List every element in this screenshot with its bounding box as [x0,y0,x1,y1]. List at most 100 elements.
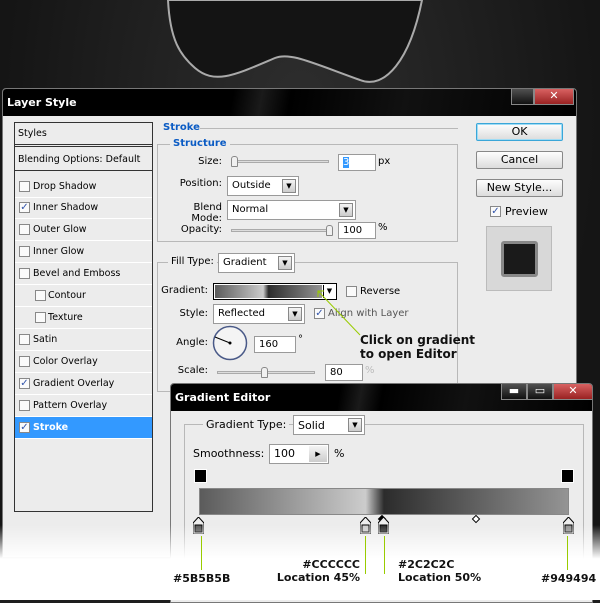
style-item-pattern-overlay[interactable]: Pattern Overlay [15,395,152,417]
style-item-inner-shadow[interactable]: ✓ Inner Shadow [15,197,152,219]
style-item-label: Drop Shadow [33,181,97,192]
minimize-button[interactable] [511,89,534,105]
style-checkbox[interactable]: ✓ [19,422,30,433]
angle-label: Angle: [176,337,208,348]
style-item-color-overlay[interactable]: Color Overlay [15,351,152,373]
layer-style-titlebar: Layer Style [3,89,576,116]
stop-annotation: #5B5B5B [173,572,231,585]
blend-mode-label: Blend Mode: [191,202,222,224]
smoothness-arrow-icon[interactable]: ▶ [309,446,327,462]
gradient-preview[interactable] [215,285,322,298]
maximize-button[interactable]: ▭ [527,384,553,400]
opacity-stop-left[interactable] [194,469,207,483]
style-item-drop-shadow[interactable]: Drop Shadow [15,176,152,198]
gradient-type-label: Gradient Type: [203,418,290,431]
angle-unit: ° [298,334,303,345]
scale-unit: % [365,365,375,376]
opacity-unit: % [378,222,388,233]
angle-input[interactable]: 160 [254,336,296,353]
annotation-line [365,536,366,574]
scale-input[interactable]: 80 [325,364,363,381]
divider [200,128,458,129]
position-label: Position: [179,178,222,189]
style-item-label: Contour [48,290,86,301]
style-item-label: Pattern Overlay [33,400,108,411]
style-item-bevel-and-emboss[interactable]: Bevel and Emboss [15,263,152,285]
chevron-down-icon: ▼ [278,256,292,270]
style-checkbox[interactable] [35,290,46,301]
style-item-label: Satin [33,334,58,345]
angle-dial[interactable] [212,325,248,361]
styles-header[interactable]: Styles [15,123,152,147]
scale-slider[interactable] [217,367,315,378]
smoothness-label: Smoothness: [193,447,265,460]
opacity-input[interactable]: 100 [338,222,376,239]
structure-title: Structure [170,138,230,149]
gradient-label: Gradient: [161,285,208,296]
style-item-label: Bevel and Emboss [33,268,121,279]
style-checkbox[interactable] [19,334,30,345]
style-preview-swatch [486,226,552,291]
style-label: Style: [179,308,209,319]
opacity-label: Opacity: [180,224,222,235]
style-item-gradient-overlay[interactable]: ✓ Gradient Overlay [15,373,152,395]
preview-checkbox[interactable]: ✓ [490,206,501,217]
cancel-button[interactable]: Cancel [476,151,563,169]
blend-mode-select[interactable]: Normal ▼ [227,200,356,220]
fill-type-select[interactable]: Gradient ▼ [218,253,295,273]
style-item-inner-glow[interactable]: Inner Glow [15,241,152,263]
style-checkbox[interactable] [19,246,30,257]
size-slider-thumb[interactable] [231,156,238,167]
scale-slider-thumb[interactable] [261,367,268,378]
style-item-label: Inner Shadow [33,202,99,213]
gradient-style-select[interactable]: Reflected ▼ [213,304,305,324]
style-item-stroke[interactable]: ✓ Stroke [15,417,152,439]
gradient-editor-title: Gradient Editor [175,391,271,404]
opacity-stop-right[interactable] [561,469,574,483]
fill-type-label: Fill Type: [168,256,217,267]
style-checkbox[interactable] [19,268,30,279]
dialog-title: Layer Style [7,96,77,109]
chevron-down-icon: ▼ [288,307,302,321]
style-item-label: Texture [48,312,83,323]
style-item-texture[interactable]: Texture [15,307,152,329]
opacity-slider[interactable] [231,225,333,236]
canvas-shape-preview [166,0,424,83]
smoothness-input[interactable]: 100 ▶ [269,444,329,464]
preview-square [501,241,538,277]
style-item-outer-glow[interactable]: Outer Glow [15,219,152,241]
style-item-contour[interactable]: Contour [15,285,152,307]
style-checkbox[interactable] [19,181,30,192]
minimize-button[interactable]: ▬ [501,384,527,400]
chevron-down-icon: ▼ [348,418,362,432]
gradient-type-select[interactable]: Solid ▼ [293,415,365,435]
blending-options[interactable]: Blending Options: Default [15,149,152,171]
style-item-label: Gradient Overlay [33,378,115,389]
stroke-section-title: Stroke [160,122,203,133]
size-input[interactable]: 3 [338,154,376,171]
style-item-satin[interactable]: Satin [15,329,152,351]
style-checkbox[interactable]: ✓ [19,378,30,389]
style-checkbox[interactable]: ✓ [19,202,30,213]
close-button[interactable]: ✕ [553,384,592,400]
style-checkbox[interactable] [19,224,30,235]
style-item-label: Stroke [33,422,69,433]
style-checkbox[interactable] [19,356,30,367]
ok-button[interactable]: OK [476,123,563,141]
style-item-label: Color Overlay [33,356,98,367]
style-checkbox[interactable] [35,312,46,323]
stop-annotation: #2C2C2C Location 50% [398,558,482,584]
smoothness-unit: % [334,447,345,460]
annotation-line [567,536,568,570]
opacity-slider-thumb[interactable] [326,225,333,236]
gradient-bar[interactable] [199,488,569,515]
new-style-button[interactable]: New Style... [476,179,563,197]
size-slider[interactable] [231,156,329,167]
callout-text: Click on gradient to open Editor [360,333,475,361]
style-item-label: Outer Glow [33,224,87,235]
style-checkbox[interactable] [19,400,30,411]
position-select[interactable]: Outside ▼ [227,176,299,196]
chevron-down-icon: ▼ [339,203,353,217]
size-label: Size: [198,156,222,167]
close-button[interactable]: ✕ [534,89,574,105]
